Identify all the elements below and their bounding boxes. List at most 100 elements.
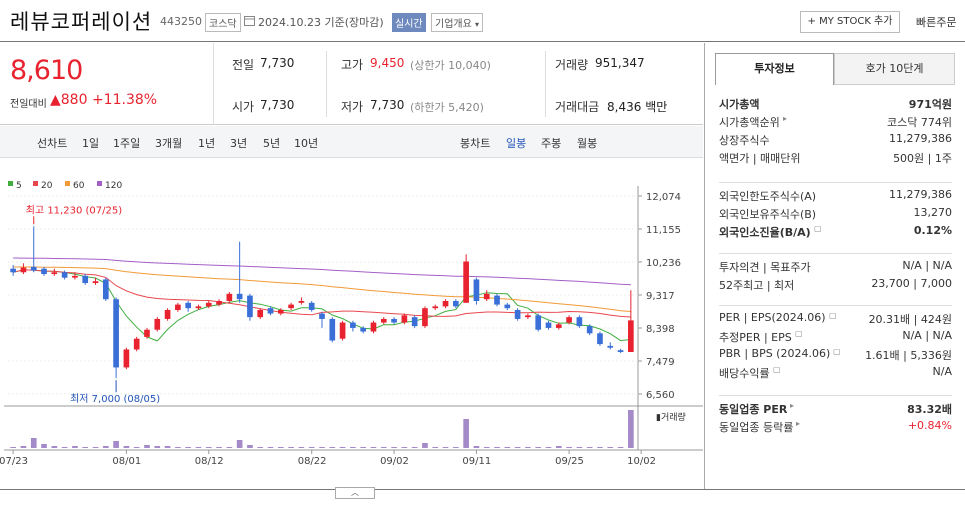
volume-bar — [51, 446, 58, 448]
volume-bar — [617, 447, 624, 448]
candle-body — [422, 308, 428, 327]
candle-body — [257, 309, 264, 318]
tab-orderbook[interactable]: 호가 10단계 — [834, 53, 955, 85]
info-key: 시가총액순위 — [719, 116, 780, 129]
volume-bar — [236, 440, 243, 448]
candle-body — [175, 304, 181, 310]
period-1d[interactable]: 1일 — [82, 135, 99, 151]
volume-bar — [432, 447, 439, 448]
realtime-button[interactable]: 실시간 — [392, 13, 426, 32]
help-icon[interactable]: ▢ — [829, 311, 837, 320]
volume-bar — [504, 447, 511, 448]
volume-bar — [473, 446, 480, 448]
company-overview-dropdown[interactable]: 기업개요 ▾ — [431, 13, 484, 32]
side-panel: 투자정보 호가 10단계 시가총액 971억원 시가총액순위 ▸ 코스닥 774위 상장주… — [704, 43, 965, 489]
info-key: 동일업종 등락률 — [719, 421, 794, 434]
help-icon[interactable]: ▢ — [814, 224, 822, 233]
prev-label: 전일 — [232, 58, 255, 72]
volume-bar — [350, 447, 356, 448]
candle-weekly[interactable]: 주봉 — [541, 135, 561, 151]
info-row: 외국인소진율(B/A) ▢ 0.12% — [719, 224, 952, 242]
legend-swatch — [8, 181, 13, 186]
period-1w[interactable]: 1주일 — [113, 135, 140, 151]
info-key: PBR | BPS (2024.06) — [719, 347, 831, 360]
quick-order-link[interactable]: 빠른주문 — [916, 14, 956, 30]
add-mystock-button[interactable]: + MY STOCK 추가 — [800, 11, 900, 33]
volume-bar — [144, 445, 150, 448]
volume-bar — [411, 447, 418, 448]
candle-body — [144, 329, 150, 337]
volume-bar — [288, 447, 294, 448]
candle-daily[interactable]: 일봉 — [506, 135, 526, 151]
candle-body — [10, 268, 16, 273]
candle-body — [30, 266, 37, 271]
info-value: 1.61배 | 5,336원 — [865, 349, 952, 362]
candle-body — [319, 313, 325, 319]
candle-body — [545, 322, 552, 328]
volume-bar — [494, 447, 500, 448]
help-icon[interactable]: ▢ — [833, 347, 841, 356]
y-tick-label: 7,479 — [646, 357, 675, 368]
candle-body — [185, 302, 191, 309]
volume-bar — [545, 447, 552, 448]
y-tick-label: 11,155 — [646, 225, 681, 236]
tab-invest-info[interactable]: 투자정보 — [715, 53, 834, 85]
help-icon[interactable]: ▢ — [773, 365, 781, 374]
candle-body — [432, 306, 439, 309]
price-change: ▲880 +11.38% — [50, 92, 157, 108]
volume-bar — [82, 447, 89, 448]
candle-body — [453, 300, 459, 307]
candle-body — [123, 349, 130, 368]
volume-bar — [370, 447, 377, 448]
period-1y[interactable]: 1년 — [198, 135, 215, 151]
volume-bar — [10, 447, 16, 448]
volume-bar — [463, 419, 469, 448]
candle-body — [566, 317, 572, 323]
info-value: N/A | N/A — [902, 329, 952, 342]
period-3y[interactable]: 3년 — [230, 135, 247, 151]
volume-bar — [257, 447, 264, 448]
volume-label: ▮거래량 — [656, 411, 686, 423]
period-5y[interactable]: 5년 — [263, 135, 280, 151]
candle-monthly[interactable]: 월봉 — [577, 135, 597, 151]
info-value: 코스닥 774위 — [887, 116, 952, 129]
candle-body — [308, 302, 315, 310]
candle-body — [102, 279, 109, 300]
x-tick-label: 08/12 — [195, 456, 224, 467]
candle-body — [442, 300, 449, 307]
candle-body — [514, 309, 521, 319]
info-key: 외국인소진율(B/A) — [719, 226, 811, 239]
price-chart[interactable]: 12,074 11,155 10,236 9,317 8,398 7,479 6,560 5 2… — [0, 158, 738, 490]
period-10y[interactable]: 10년 — [294, 135, 318, 151]
volume-bar — [123, 446, 130, 448]
volume-bar — [247, 445, 253, 448]
x-tick-label: 10/02 — [627, 456, 656, 467]
low-value: 7,730 — [370, 98, 405, 112]
expand-chart-button[interactable]: ︿ — [335, 487, 375, 499]
volume-bar — [401, 447, 408, 448]
candle-body — [226, 293, 233, 301]
arrow-right-icon[interactable]: ▸ — [783, 114, 787, 123]
volume-bar — [308, 447, 315, 448]
volume-bar — [597, 447, 603, 448]
volume-bar — [216, 447, 222, 448]
legend-label: 20 — [41, 181, 53, 191]
candle-body — [586, 326, 593, 334]
arrow-right-icon[interactable]: ▸ — [796, 419, 800, 428]
info-value: 11,279,386 — [889, 132, 952, 145]
y-tick-label: 10,236 — [646, 258, 681, 269]
help-icon[interactable]: ▢ — [795, 329, 803, 338]
volume-bar — [607, 447, 614, 448]
info-key: 액면가 | 매매단위 — [719, 152, 801, 165]
candle-chart-label: 봉차트 — [460, 137, 491, 150]
y-tick-label: 6,560 — [646, 390, 675, 401]
y-tick-label: 8,398 — [646, 324, 675, 335]
volume-bar — [72, 446, 78, 448]
candle-body — [607, 345, 614, 348]
arrow-right-icon[interactable]: ▸ — [790, 401, 794, 410]
period-3m[interactable]: 3개월 — [155, 135, 182, 151]
quote-panel: 8,610 전일대비 ▲880 +11.38% 전일 7,730 고가 9,45… — [0, 43, 703, 125]
legend-label: 120 — [105, 181, 122, 191]
info-value: 20.31배 | 424원 — [868, 313, 952, 326]
volume-bar — [61, 447, 68, 448]
